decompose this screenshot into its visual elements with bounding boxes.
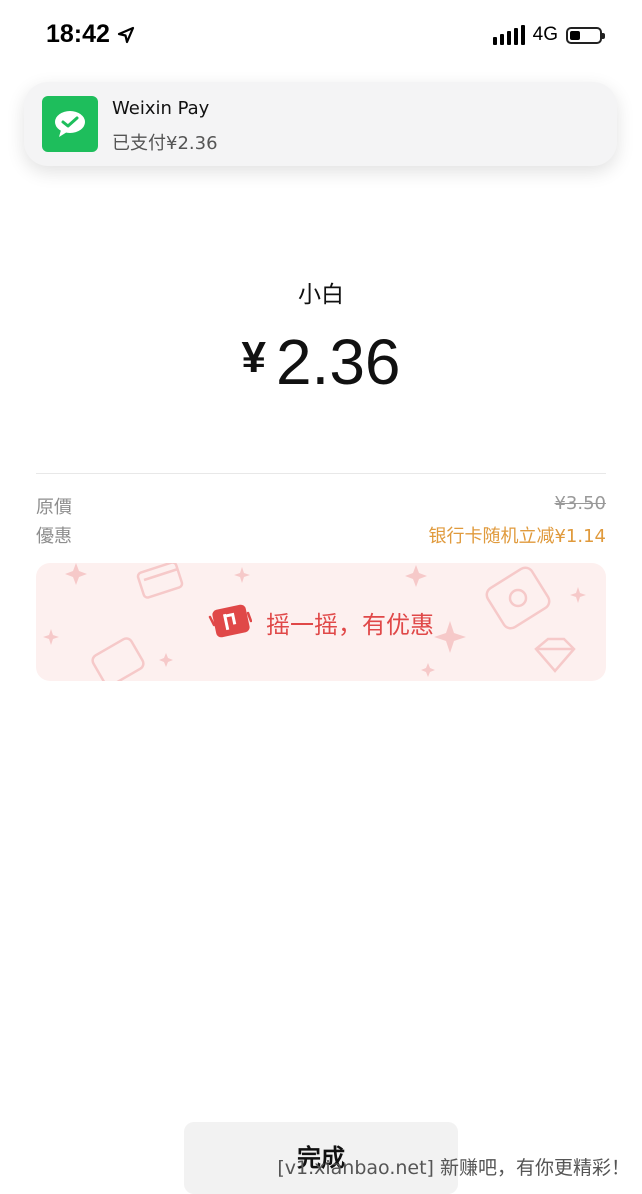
payment-notification[interactable]: Weixin Pay 已支付¥2.36	[24, 82, 617, 166]
original-price-row: 原價 ¥3.50	[36, 493, 606, 519]
status-right: 4G	[492, 24, 605, 46]
notification-message: 已支付¥2.36	[112, 133, 218, 154]
notification-app-name: Weixin Pay	[112, 98, 210, 119]
signal-icon	[492, 25, 525, 45]
location-arrow-icon	[117, 26, 135, 43]
shake-promo-banner[interactable]: 摇一摇，有优惠	[36, 563, 606, 681]
payment-amount: ¥2.36	[0, 325, 642, 399]
original-price-label: 原價	[36, 497, 72, 518]
battery-icon	[566, 26, 605, 44]
status-time-group: 18:42	[46, 20, 136, 49]
status-bar: 18:42 4G	[0, 0, 642, 72]
watermark: [v1.xianbao.net] 新赚吧，有你更精彩！	[277, 1157, 630, 1179]
shake-phone-icon	[208, 604, 252, 638]
banner-content: 摇一摇，有优惠	[36, 563, 606, 681]
amount-value: 2.36	[275, 326, 401, 398]
discount-row: 優惠 银行卡随机立减¥1.14	[36, 522, 606, 548]
currency-symbol: ¥	[241, 333, 266, 382]
divider	[36, 473, 606, 474]
shake-banner-text: 摇一摇，有优惠	[266, 610, 434, 639]
original-price-value: ¥3.50	[554, 493, 606, 514]
network-type: 4G	[532, 24, 558, 45]
discount-label: 優惠	[36, 526, 72, 547]
battery-level	[570, 30, 580, 40]
discount-value: 银行卡随机立减¥1.14	[428, 526, 606, 547]
wechat-icon	[42, 96, 98, 152]
merchant-name: 小白	[298, 282, 344, 308]
status-time: 18:42	[46, 20, 110, 48]
